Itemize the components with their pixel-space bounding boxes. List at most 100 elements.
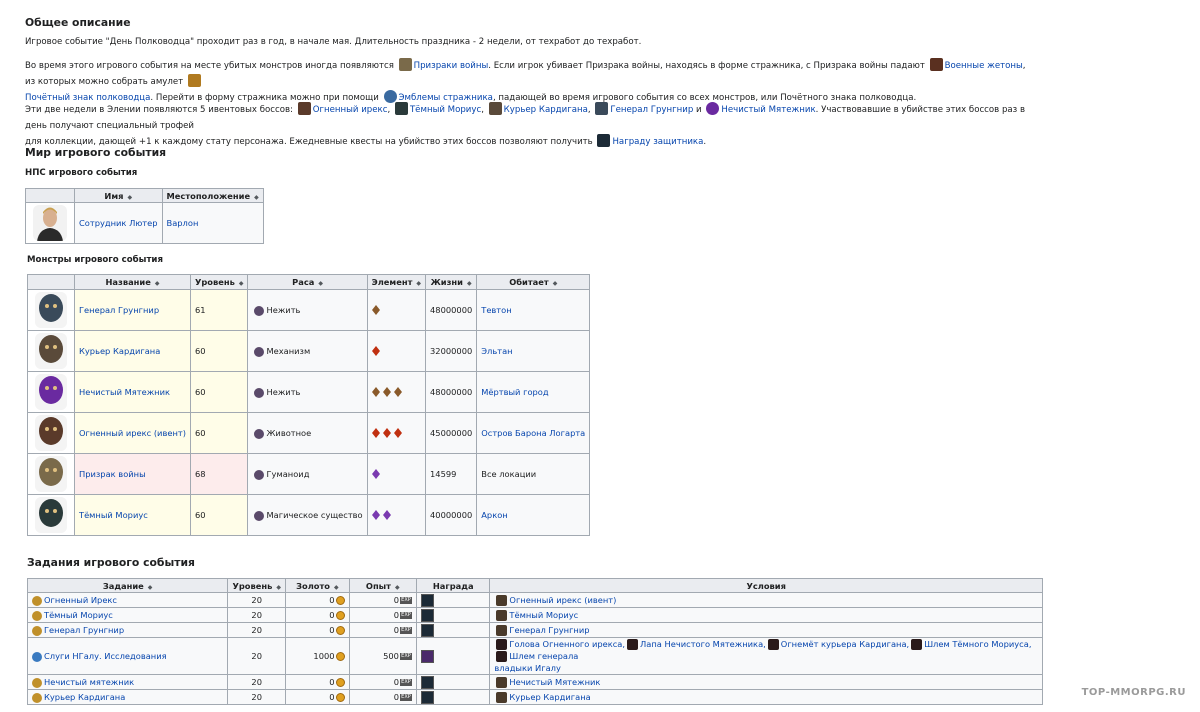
npc-header-name[interactable]: Имя: [74, 188, 163, 203]
monster-habitat[interactable]: Эльтан: [481, 346, 512, 356]
reward-icon[interactable]: [420, 649, 434, 663]
reward-icon[interactable]: [420, 675, 434, 689]
monster-level: 60: [189, 412, 249, 454]
condition-link[interactable]: Нечистый Мятежник: [509, 677, 600, 687]
npc-location[interactable]: Варлон: [167, 218, 199, 228]
condition-icon: [767, 639, 779, 650]
table-row: Сотрудник Лютер Варлон: [25, 202, 264, 244]
reward-icon[interactable]: [420, 690, 434, 704]
link-war-ghosts[interactable]: Призраки войны: [414, 61, 489, 71]
monster-header-name[interactable]: Название: [74, 274, 191, 290]
condition-link[interactable]: Шлем генерала: [509, 651, 578, 661]
monster-header-level[interactable]: Уровень: [189, 274, 249, 290]
link-boss-rebel[interactable]: Нечистый Мятежник: [721, 105, 815, 115]
monster-header-race[interactable]: Раса: [247, 274, 368, 290]
quest-conditions: Курьер Кардигана: [489, 689, 1043, 705]
monster-name[interactable]: Призрак войны: [79, 469, 146, 479]
exp-icon: EXP: [399, 597, 412, 604]
quest-conditions: Огненный ирекс (ивент): [489, 592, 1043, 608]
quest-gold: 0: [329, 625, 335, 635]
monster-race: Нежить: [266, 304, 301, 315]
quests-heading: Задания игрового события: [27, 556, 195, 569]
quest-gold: 0: [329, 692, 335, 702]
npc-header-location[interactable]: Местоположение: [161, 188, 264, 203]
monster-name[interactable]: Огненный ирекс (ивент): [79, 428, 186, 438]
dark-morius-icon: [394, 102, 408, 115]
condition-link[interactable]: Тёмный Мориус: [509, 610, 578, 620]
condition-link[interactable]: Огнемёт курьера Кардигана,: [781, 639, 909, 649]
quest-header-name[interactable]: Задание: [26, 578, 229, 593]
link-war-tokens[interactable]: Военные жетоны: [945, 61, 1023, 71]
monster-portrait-header: [27, 274, 75, 290]
condition-link-tail[interactable]: владыки Игалу: [494, 663, 560, 673]
quest-level: 20: [227, 622, 287, 638]
quest-name[interactable]: Слуги НГалу. Исследования: [44, 651, 167, 661]
monster-habitat[interactable]: Тевтон: [481, 305, 511, 315]
npc-portrait-luther: [33, 205, 67, 241]
condition-link[interactable]: Курьер Кардигана: [509, 692, 590, 702]
quest-exp: 0: [393, 692, 399, 702]
monster-habitat[interactable]: Мёртвый город: [481, 387, 548, 397]
monster-header-habitat[interactable]: Обитает: [476, 274, 591, 290]
monster-header-element[interactable]: Элемент: [366, 274, 427, 290]
monster-portrait: [35, 456, 67, 492]
quest-header-conditions: Условия: [489, 578, 1043, 593]
monster-name[interactable]: Генерал Грунгнир: [79, 305, 159, 315]
monster-level: 60: [189, 494, 249, 536]
quest-conditions: Генерал Грунгнир: [489, 622, 1043, 638]
element-icon: [371, 428, 380, 439]
link-boss-general[interactable]: Генерал Грунгнир: [610, 105, 693, 115]
monster-header-hp[interactable]: Жизни: [425, 274, 478, 290]
monster-hp: 40000000: [425, 494, 478, 536]
race-icon: [254, 387, 265, 398]
exp-icon: EXP: [399, 679, 412, 686]
reward-icon[interactable]: [420, 623, 434, 637]
table-row: Тёмный Мориус 60 Магическое существо 400000…: [27, 494, 591, 536]
npc-name[interactable]: Сотрудник Лютер: [79, 218, 158, 228]
monster-name[interactable]: Курьер Кардигана: [79, 346, 160, 356]
quest-header-level[interactable]: Уровень: [227, 578, 287, 593]
overview-paragraph-2: Во время этого игрового события на месте…: [25, 58, 1035, 106]
link-boss-courier[interactable]: Курьер Кардигана: [504, 105, 588, 115]
link-boss-morius[interactable]: Тёмный Мориус: [410, 105, 481, 115]
table-row: Огненный ирекс (ивент) 60 Животное 45000000…: [27, 412, 591, 454]
gold-coin-icon: [335, 626, 345, 635]
condition-link[interactable]: Лапа Нечистого Мятежника,: [640, 639, 766, 649]
condition-link[interactable]: Шлем Тёмного Мориуса,: [924, 639, 1031, 649]
monster-race: Гуманоид: [266, 468, 310, 479]
quest-name[interactable]: Курьер Кардигана: [44, 692, 125, 702]
monster-race: Животное: [266, 427, 312, 438]
quest-name[interactable]: Генерал Грунгнир: [44, 625, 124, 635]
monster-name[interactable]: Тёмный Мориус: [79, 510, 148, 520]
monster-hp: 32000000: [425, 330, 478, 372]
condition-link[interactable]: Генерал Грунгнир: [509, 625, 589, 635]
quest-gold: 1000: [313, 651, 335, 661]
table-row: Призрак войны 68 Гуманоид 14599 Все локации: [27, 453, 591, 495]
world-heading: Мир игрового события: [25, 146, 167, 159]
link-boss-irex[interactable]: Огненный ирекс: [313, 105, 388, 115]
monster-habitat[interactable]: Аркон: [481, 510, 507, 520]
quest-header-gold[interactable]: Золото: [285, 578, 350, 593]
quest-gold: 0: [329, 595, 335, 605]
link-defender-reward[interactable]: Награду защитника: [612, 137, 703, 147]
condition-link[interactable]: Голова Огненного ирекса,: [509, 639, 625, 649]
condition-link[interactable]: Огненный ирекс (ивент): [509, 595, 616, 605]
monster-name[interactable]: Нечистый Мятежник: [79, 387, 170, 397]
exp-icon: EXP: [399, 694, 412, 701]
monster-portrait: [35, 292, 67, 328]
gold-coin-icon: [335, 678, 345, 687]
quest-name[interactable]: Нечистый мятежник: [44, 677, 134, 687]
monster-portrait: [35, 415, 67, 451]
quest-name[interactable]: Тёмный Мориус: [44, 610, 113, 620]
reward-icon[interactable]: [420, 593, 434, 607]
condition-icon: [496, 692, 508, 703]
race-icon: [254, 346, 265, 357]
element-icon: [371, 305, 380, 316]
table-row: Генерал Грунгнир 61 Нежить 48000000 Тевтон: [27, 289, 591, 331]
quest-name[interactable]: Огненный Ирекс: [44, 595, 117, 605]
monster-portrait: [35, 333, 67, 369]
monster-habitat[interactable]: Остров Барона Логарта: [481, 428, 585, 438]
reward-icon[interactable]: [420, 608, 434, 622]
quest-header-exp[interactable]: Опыт: [348, 578, 417, 593]
monster-elements: [366, 289, 427, 331]
